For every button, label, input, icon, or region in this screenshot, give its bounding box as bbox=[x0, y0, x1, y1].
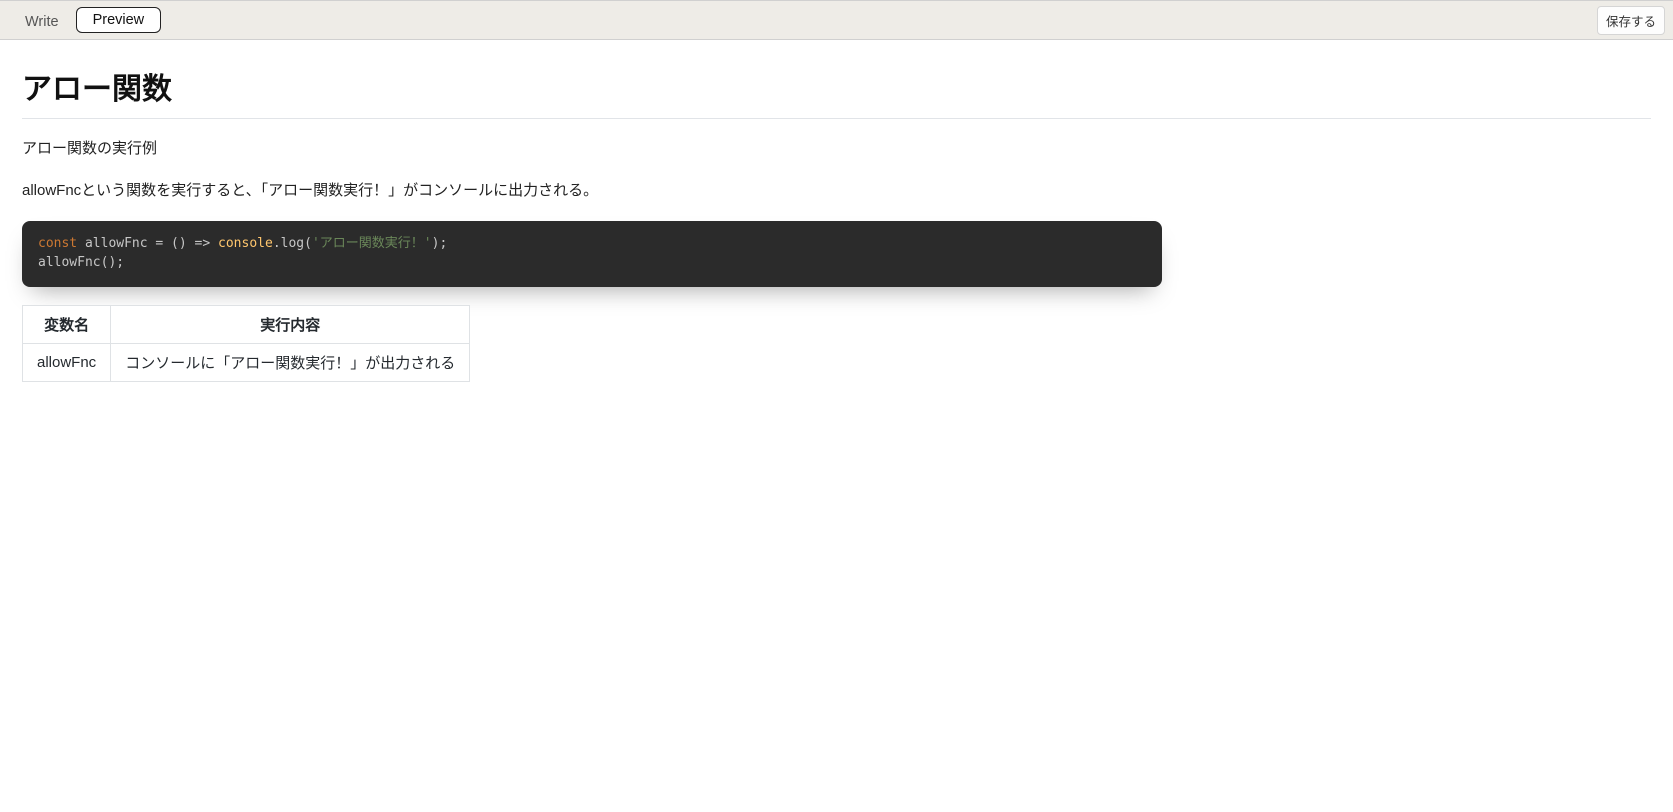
code-line-2: allowFnc(); bbox=[38, 255, 124, 270]
code-text: allowFnc = () => bbox=[77, 236, 218, 251]
tabs: Write Preview bbox=[8, 3, 161, 37]
table-header-cell: 実行内容 bbox=[111, 305, 470, 343]
code-function: console bbox=[218, 236, 273, 251]
code-block: const allowFnc = () => console.log('アロー関… bbox=[22, 221, 1162, 287]
save-button-label: 保存する bbox=[1606, 15, 1656, 29]
code-text: .log( bbox=[273, 236, 312, 251]
paragraph-1: アロー関数の実行例 bbox=[22, 137, 1651, 161]
page-title: アロー関数 bbox=[22, 64, 1651, 119]
tab-write[interactable]: Write bbox=[8, 7, 76, 37]
content: アロー関数 アロー関数の実行例 allowFncという関数を実行すると、「アロー… bbox=[0, 40, 1673, 412]
tab-preview[interactable]: Preview bbox=[76, 7, 162, 33]
code-text: ); bbox=[432, 236, 448, 251]
code-keyword: const bbox=[38, 236, 77, 251]
table-header-cell: 変数名 bbox=[23, 305, 111, 343]
tab-write-label: Write bbox=[25, 14, 59, 30]
code-string: 'アロー関数実行！' bbox=[312, 236, 432, 251]
save-button[interactable]: 保存する bbox=[1597, 6, 1665, 35]
toolbar: Write Preview 保存する bbox=[0, 0, 1673, 40]
table-cell: コンソールに「アロー関数実行！」が出力される bbox=[111, 343, 470, 381]
variable-table: 変数名 実行内容 allowFnc コンソールに「アロー関数実行！」が出力される bbox=[22, 305, 470, 382]
table-row: allowFnc コンソールに「アロー関数実行！」が出力される bbox=[23, 343, 470, 381]
paragraph-2: allowFncという関数を実行すると、「アロー関数実行！」がコンソールに出力さ… bbox=[22, 179, 1651, 203]
tab-preview-label: Preview bbox=[93, 12, 145, 28]
table-cell: allowFnc bbox=[23, 343, 111, 381]
table-header-row: 変数名 実行内容 bbox=[23, 305, 470, 343]
